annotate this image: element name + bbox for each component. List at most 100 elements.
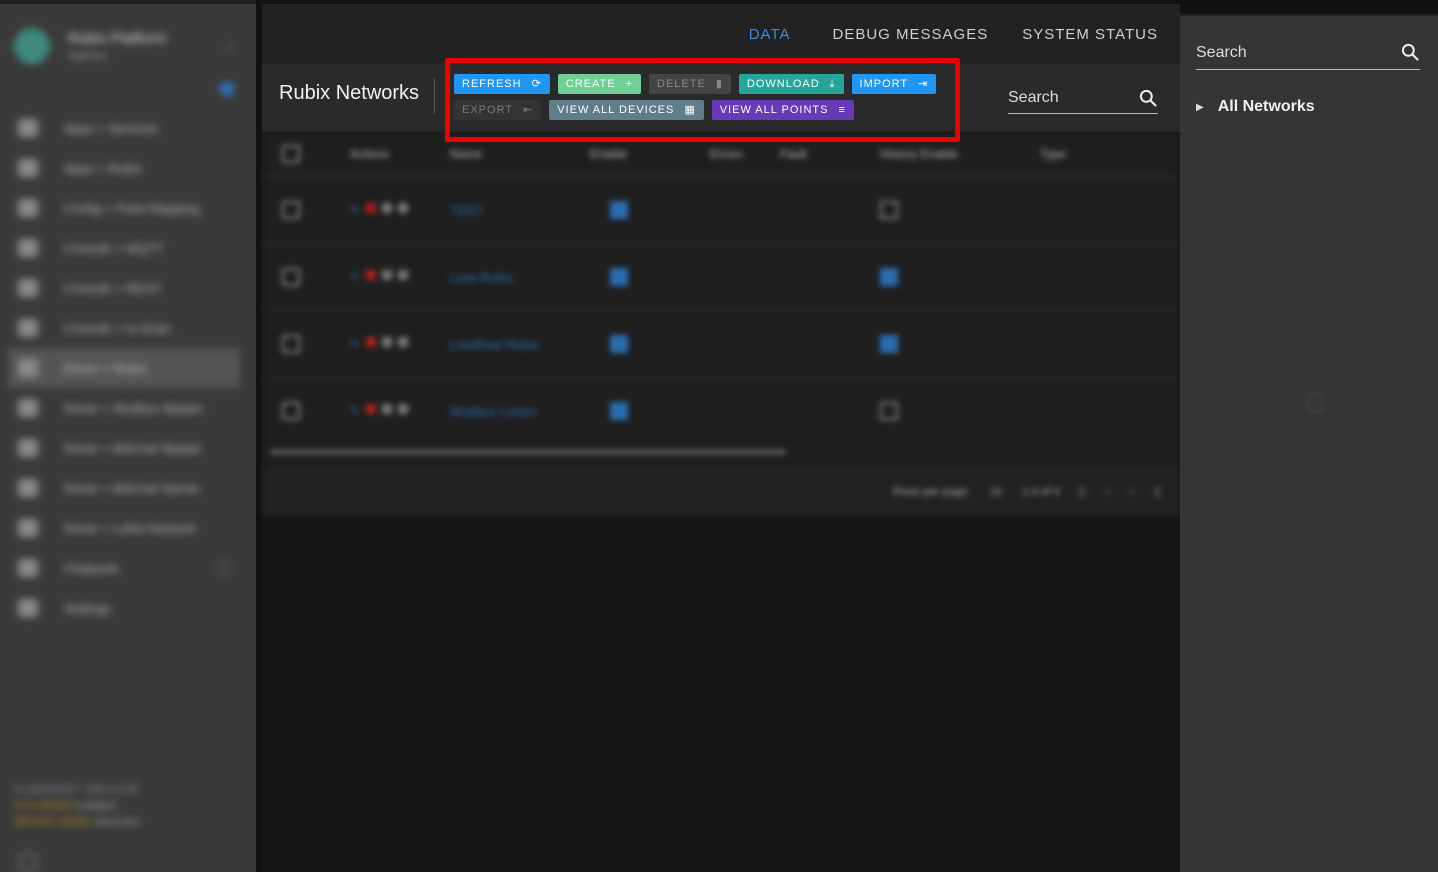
device-value: installed (75, 800, 116, 812)
sidebar-item-label: Config > Point Mapping (64, 200, 200, 216)
create-button[interactable]: CREATE + (557, 74, 642, 94)
select-all-checkbox[interactable] (282, 145, 300, 163)
copy-icon[interactable] (382, 270, 393, 280)
status-dot-icon (220, 82, 234, 96)
chevron-left-icon[interactable]: ‹ (227, 38, 232, 54)
row-checkbox[interactable] (282, 268, 300, 286)
sidebar-item-point-mapping[interactable]: Config > Point Mapping (8, 188, 240, 228)
sidebar-item-console-mqtt[interactable]: Console > MQTT (8, 228, 240, 268)
sidebar-item-console-rest[interactable]: Console > REST (8, 268, 240, 308)
table-header: Actions Name Enable Errors Fault History… (262, 132, 1180, 176)
history-checkbox[interactable] (880, 335, 898, 353)
table-row[interactable]: ✎ LoraRaw Rubix (262, 310, 1180, 377)
sidebar-item-label: Apps > Rubix (64, 160, 142, 176)
copy-icon[interactable] (382, 404, 393, 414)
tree-search-input[interactable] (1196, 38, 1386, 68)
view-icon[interactable] (398, 203, 409, 213)
horizontal-scrollbar[interactable] (270, 450, 786, 454)
dashboard-icon: ▦ (684, 103, 696, 116)
export-button[interactable]: EXPORT ⇤ (454, 100, 542, 120)
chat-icon (18, 559, 38, 577)
rows-per-page-select[interactable]: 10 (990, 486, 1002, 498)
toolbar: Rubix Networks REFRESH ⟳ CREATE + DELETE ▮ … (262, 64, 1180, 132)
refresh-button-label: REFRESH (462, 78, 522, 90)
edit-icon[interactable]: ✎ (350, 404, 360, 418)
sidebar-item-apps-services[interactable]: Apps > Services (8, 108, 240, 148)
last-page-icon[interactable]: ›| (1153, 486, 1160, 498)
edit-icon[interactable]: ✎ (350, 337, 360, 351)
delete-icon[interactable] (366, 337, 377, 347)
search-input[interactable] (1008, 84, 1128, 112)
caret-right-icon[interactable]: ▶ (1196, 102, 1204, 113)
sidebar-item-bacnet-master[interactable]: Driver > BACnet Master (8, 428, 240, 468)
tab-system-status[interactable]: SYSTEM STATUS (1022, 26, 1158, 43)
server-icon (18, 479, 38, 497)
tree-item-all-networks[interactable]: ▶ All Networks (1196, 98, 1315, 116)
sidebar-item-driver-rubix[interactable]: Driver > Rubix (8, 348, 240, 388)
enable-checkbox[interactable] (610, 335, 628, 353)
sidebar-item-lora-network[interactable]: Driver > LoRa Network (8, 508, 240, 548)
delete-icon[interactable] (366, 203, 377, 213)
export-icon: ⇤ (523, 103, 534, 116)
row-checkbox[interactable] (282, 335, 300, 353)
search-icon[interactable] (1400, 42, 1420, 62)
history-checkbox[interactable] (880, 268, 898, 286)
sidebar-item-label: Driver > BACnet Master (64, 440, 202, 456)
arrow-icon (18, 279, 38, 297)
list-icon: ≡ (838, 103, 846, 116)
right-panel: ▶ All Networks (1180, 14, 1438, 872)
view-all-points-button[interactable]: VIEW ALL POINTS ≡ (711, 100, 854, 120)
view-icon[interactable] (398, 270, 409, 280)
delete-icon[interactable] (366, 404, 377, 414)
copy-icon[interactable] (382, 203, 393, 213)
delete-button[interactable]: DELETE ▮ (649, 74, 731, 94)
network-name-link[interactable]: LoraRaw Rubix (450, 337, 590, 352)
network-name-link[interactable]: Lora Rubix (450, 270, 590, 285)
delete-icon[interactable] (366, 270, 377, 280)
tab-debug-messages[interactable]: DEBUG MESSAGES (833, 26, 989, 43)
table-row[interactable]: ✎ Modbus Lorber (262, 377, 1180, 444)
device-label: DEVICE NAME (14, 816, 90, 828)
search-icon[interactable] (1138, 88, 1158, 108)
enable-checkbox[interactable] (610, 201, 628, 219)
tab-data[interactable]: DATA (749, 26, 791, 43)
enable-checkbox[interactable] (610, 402, 628, 420)
download-button[interactable]: DOWNLOAD ⤓ (738, 74, 844, 94)
view-all-devices-button[interactable]: VIEW ALL DEVICES ▦ (549, 100, 704, 120)
sidebar-item-apps-rubix[interactable]: Apps > Rubix (8, 148, 240, 188)
sidebar-item-settings[interactable]: Settings (8, 588, 240, 628)
row-checkbox[interactable] (282, 201, 300, 219)
prev-page-icon[interactable]: ‹ (1106, 486, 1110, 498)
copy-icon[interactable] (382, 337, 393, 347)
refresh-button[interactable]: REFRESH ⟳ (454, 74, 550, 94)
import-button[interactable]: IMPORT ⇥ (851, 74, 937, 94)
sidebar-item-label: Driver > Modbus Master (64, 400, 204, 416)
grid-icon (18, 159, 38, 177)
next-page-icon[interactable]: › (1130, 486, 1134, 498)
view-icon[interactable] (398, 404, 409, 414)
sidebar-item-chatwork[interactable]: Chatwork (8, 548, 240, 588)
table-row[interactable]: ✎ Lora Rubix (262, 243, 1180, 310)
import-button-label: IMPORT (859, 78, 909, 90)
view-icon[interactable] (398, 337, 409, 347)
edit-icon[interactable]: ✎ (350, 203, 360, 217)
table-pagination: Rows per page: 10 1-4 of 4 |‹ ‹ › ›| (262, 468, 1180, 516)
sidebar-item-modbus-master[interactable]: Driver > Modbus Master (8, 388, 240, 428)
enable-checkbox[interactable] (610, 268, 628, 286)
network-name-link[interactable]: Modbus Lorber (450, 404, 590, 419)
scan-icon (18, 319, 38, 337)
help-icon[interactable] (18, 852, 38, 872)
history-checkbox[interactable] (880, 402, 898, 420)
antenna-icon (18, 519, 38, 537)
table-row[interactable]: ✎ TEST (262, 176, 1180, 243)
sidebar-item-console-scan[interactable]: Console > lo-Scan (8, 308, 240, 348)
first-page-icon[interactable]: |‹ (1080, 486, 1087, 498)
trash-icon: ▮ (715, 77, 723, 90)
sidebar-item-bacnet-server[interactable]: Driver > BACnet Server (8, 468, 240, 508)
edit-icon[interactable]: ✎ (350, 270, 360, 284)
download-button-label: DOWNLOAD (746, 78, 820, 90)
network-name-link[interactable]: TEST (450, 203, 590, 218)
row-checkbox[interactable] (282, 402, 300, 420)
brand[interactable]: Rubix Platform Optimize ‹ (14, 26, 254, 66)
history-checkbox[interactable] (880, 201, 898, 219)
